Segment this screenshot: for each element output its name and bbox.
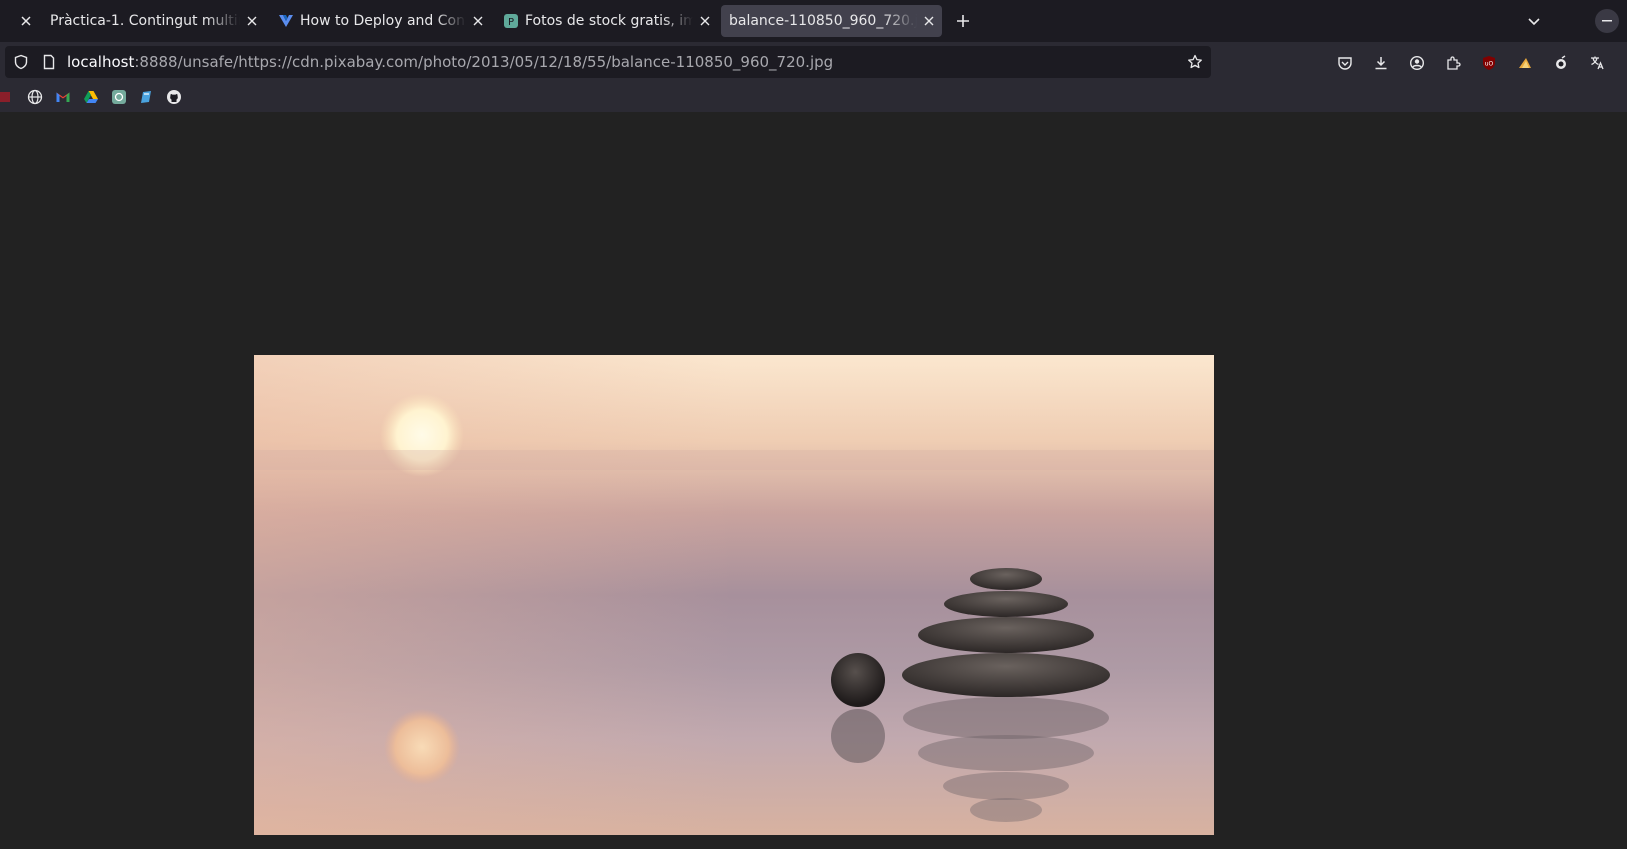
balance-stones-photo [254,355,1214,835]
svg-text:P: P [508,17,514,28]
pocket-icon[interactable] [1336,54,1354,72]
tab-deploy[interactable]: How to Deploy and Configure [278,5,486,37]
tab-close-icon[interactable] [244,13,260,29]
new-tab-icon[interactable] [955,13,971,33]
image-viewer [0,112,1627,849]
download-icon[interactable] [1372,54,1390,72]
pexels-icon: P [503,13,519,29]
account-icon[interactable] [1408,54,1426,72]
app-icon[interactable] [138,89,154,105]
tab-practica[interactable]: Pràctica-1. Contingut multimèdia [18,5,260,37]
close-icon[interactable] [18,13,34,29]
url-bar[interactable]: localhost:8888/unsafe/https://cdn.pixaba… [5,46,1211,78]
shield-icon[interactable] [13,54,29,74]
tab-title: Fotos de stock gratis, imágenes [525,13,693,29]
gmail-icon[interactable] [55,89,71,105]
extensions-icon[interactable] [1444,54,1462,72]
google-drive-icon[interactable] [83,89,99,105]
extension-icon[interactable] [1552,54,1570,72]
url-path: :8888/unsafe/https://cdn.pixabay.com/pho… [134,53,834,71]
nav-bar: localhost:8888/unsafe/https://cdn.pixaba… [0,42,1627,82]
page-icon[interactable] [41,54,57,74]
bookmark-cut-icon[interactable] [0,92,10,102]
chatgpt-icon[interactable] [111,89,127,105]
vuetify-icon [278,13,294,29]
svg-text:uO: uO [1485,61,1494,68]
tab-balance[interactable]: balance-110850_960_720.jpg [721,5,942,37]
tab-title: balance-110850_960_720.jpg [729,13,917,29]
url-host: localhost [67,53,135,71]
list-tabs-icon[interactable] [1526,13,1542,33]
globe-icon[interactable] [27,89,43,105]
tab-close-icon[interactable] [697,13,713,29]
translate-icon[interactable] [1588,54,1606,72]
bookmarks-toolbar [0,82,1627,113]
tab-strip: Pràctica-1. Contingut multimèdia How to … [0,0,1627,42]
github-icon[interactable] [166,89,182,105]
bookmark-star-icon[interactable] [1187,54,1203,74]
ublock-icon[interactable]: uO [1480,54,1498,72]
minimize-button[interactable] [1595,9,1619,33]
tab-close-icon[interactable] [470,13,486,29]
url-text[interactable]: localhost:8888/unsafe/https://cdn.pixaba… [67,53,833,71]
tab-title: Pràctica-1. Contingut multimèdia [50,13,240,29]
extension-icon[interactable] [1516,54,1534,72]
tab-close-icon[interactable] [921,13,937,29]
tab-title: How to Deploy and Configure [300,13,466,29]
tab-pexels[interactable]: P Fotos de stock gratis, imágenes [503,5,713,37]
